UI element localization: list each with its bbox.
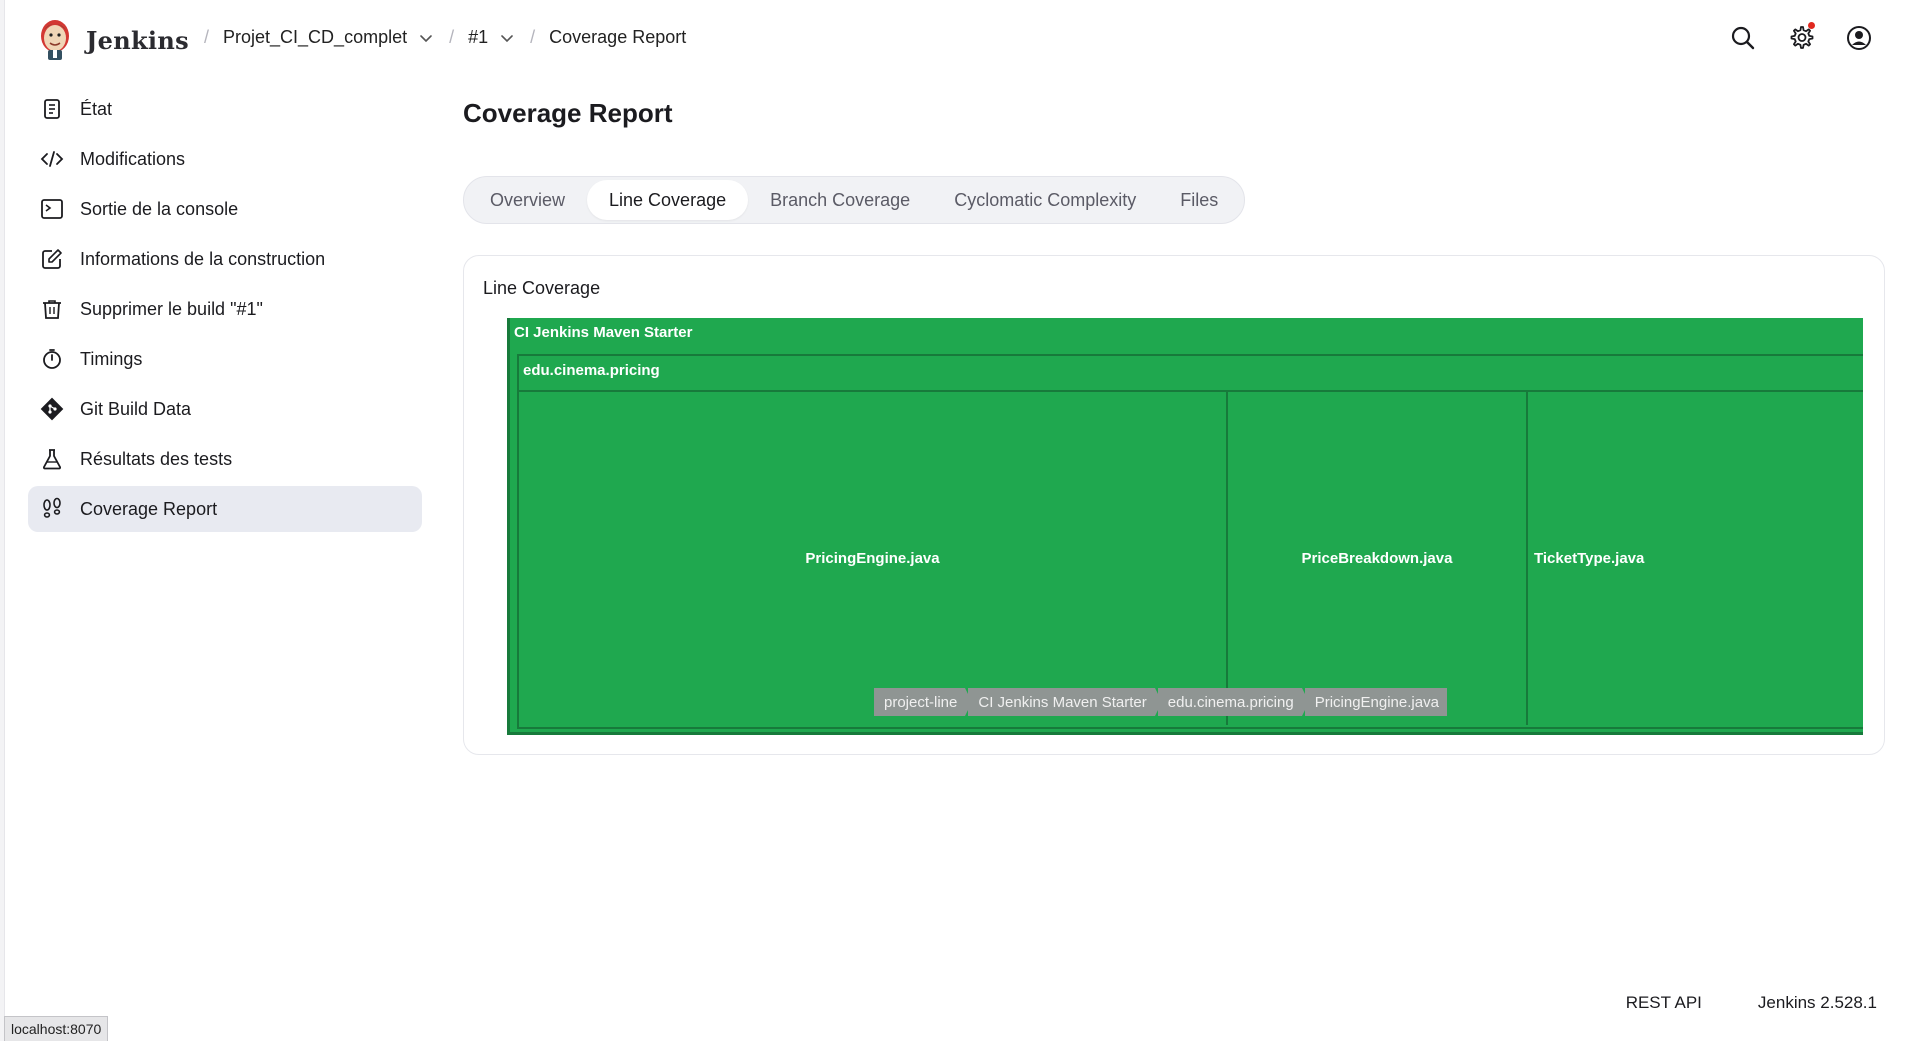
tab-files[interactable]: Files bbox=[1158, 180, 1240, 220]
sidebar: État Modifications Sortie de la console … bbox=[28, 86, 422, 536]
treemap-file-label: PriceBreakdown.java bbox=[1301, 550, 1453, 567]
footsteps-icon bbox=[43, 497, 61, 518]
tab-cyclomatic-complexity[interactable]: Cyclomatic Complexity bbox=[932, 180, 1158, 220]
treemap-package[interactable]: edu.cinema.pricing PricingEngine.java Pr… bbox=[517, 354, 1863, 729]
line-coverage-card: Line Coverage CI Jenkins Maven Starter e… bbox=[463, 255, 1885, 755]
terminal-icon bbox=[41, 199, 63, 219]
treemap-breadcrumb-item[interactable]: project-line bbox=[874, 688, 973, 716]
sidebar-item-test-results[interactable]: Résultats des tests bbox=[28, 436, 422, 482]
sidebar-item-label: Sortie de la console bbox=[80, 198, 239, 219]
window-edge bbox=[0, 0, 5, 1041]
status-bar-url: localhost:8070 bbox=[4, 1016, 109, 1041]
treemap-breadcrumb-item[interactable]: CI Jenkins Maven Starter bbox=[968, 688, 1163, 716]
jenkins-logo-icon bbox=[41, 20, 69, 60]
sidebar-item-etat[interactable]: État bbox=[28, 86, 422, 132]
stopwatch-icon bbox=[43, 349, 61, 369]
git-icon bbox=[40, 397, 64, 421]
treemap-package-label[interactable]: edu.cinema.pricing bbox=[523, 362, 660, 379]
sidebar-item-build-info[interactable]: Informations de la construction bbox=[28, 236, 422, 282]
treemap-file-label: PricingEngine.java bbox=[805, 550, 940, 567]
sidebar-item-timings[interactable]: Timings bbox=[28, 336, 422, 382]
treemap-root-label[interactable]: CI Jenkins Maven Starter bbox=[514, 324, 692, 341]
settings-button[interactable] bbox=[1787, 22, 1815, 52]
sidebar-item-console[interactable]: Sortie de la console bbox=[28, 186, 422, 232]
user-icon bbox=[1847, 26, 1871, 50]
breadcrumb: / Projet_CI_CD_complet / #1 / Coverage R… bbox=[190, 27, 686, 48]
tab-overview[interactable]: Overview bbox=[468, 180, 587, 220]
breadcrumb-item-current[interactable]: Coverage Report bbox=[549, 27, 686, 48]
breadcrumb-item-build[interactable]: #1 bbox=[468, 27, 516, 48]
rest-api-link[interactable]: REST API bbox=[1626, 993, 1702, 1013]
breadcrumb-separator: / bbox=[530, 27, 536, 47]
search-button[interactable] bbox=[1729, 24, 1757, 52]
flask-icon bbox=[42, 449, 62, 470]
sidebar-item-label: Modifications bbox=[80, 148, 186, 169]
code-icon bbox=[40, 151, 64, 167]
sidebar-item-label: Informations de la construction bbox=[80, 248, 326, 269]
treemap-files: PricingEngine.java PriceBreakdown.java T… bbox=[519, 390, 1863, 725]
brand-link[interactable]: Jenkins bbox=[36, 16, 189, 64]
edit-icon bbox=[42, 249, 62, 269]
card-title: Line Coverage bbox=[483, 278, 601, 298]
breadcrumb-item-project[interactable]: Projet_CI_CD_complet bbox=[223, 27, 435, 48]
page-title: Coverage Report bbox=[463, 98, 673, 128]
treemap-file-pricing-engine[interactable]: PricingEngine.java bbox=[519, 392, 1228, 725]
trash-icon bbox=[43, 300, 61, 319]
sidebar-item-label: Supprimer le build "#1" bbox=[80, 298, 263, 319]
notification-dot bbox=[1808, 22, 1815, 29]
user-button[interactable] bbox=[1845, 24, 1873, 52]
breadcrumb-label: #1 bbox=[468, 27, 489, 47]
breadcrumb-label: Projet_CI_CD_complet bbox=[223, 27, 408, 47]
notepad-icon bbox=[44, 99, 60, 119]
treemap-file-ticket-type[interactable]: TicketType.java bbox=[1528, 392, 1728, 725]
sidebar-item-label: État bbox=[80, 98, 113, 119]
sidebar-item-label: Coverage Report bbox=[80, 498, 218, 519]
sidebar-item-git-build-data[interactable]: Git Build Data bbox=[28, 386, 422, 432]
breadcrumb-separator: / bbox=[449, 27, 455, 47]
coverage-tabs: Overview Line Coverage Branch Coverage C… bbox=[463, 176, 1246, 224]
treemap-breadcrumb-item[interactable]: edu.cinema.pricing bbox=[1157, 688, 1309, 716]
sidebar-item-modifications[interactable]: Modifications bbox=[28, 136, 422, 182]
sidebar-item-label: Git Build Data bbox=[80, 398, 192, 419]
treemap-file-label: TicketType.java bbox=[1534, 550, 1645, 567]
page-footer: REST API Jenkins 2.528.1 bbox=[1626, 993, 1877, 1013]
sidebar-item-label: Résultats des tests bbox=[80, 448, 233, 469]
sidebar-item-label: Timings bbox=[80, 348, 143, 369]
sidebar-item-coverage-report[interactable]: Coverage Report bbox=[28, 486, 422, 532]
brand-name: Jenkins bbox=[86, 25, 189, 55]
top-header: Jenkins / Projet_CI_CD_complet / #1 / Co… bbox=[0, 0, 1913, 82]
coverage-treemap[interactable]: CI Jenkins Maven Starter edu.cinema.pric… bbox=[507, 318, 1863, 735]
header-actions bbox=[1729, 22, 1873, 52]
chevron-down-icon[interactable] bbox=[417, 29, 435, 47]
breadcrumb-separator: / bbox=[204, 27, 210, 47]
treemap-file-price-breakdown[interactable]: PriceBreakdown.java bbox=[1228, 392, 1528, 725]
chevron-down-icon[interactable] bbox=[498, 29, 516, 47]
sidebar-item-delete-build[interactable]: Supprimer le build "#1" bbox=[28, 286, 422, 332]
tab-branch-coverage[interactable]: Branch Coverage bbox=[748, 180, 932, 220]
tab-line-coverage[interactable]: Line Coverage bbox=[587, 180, 749, 220]
treemap-breadcrumb: project-line CI Jenkins Maven Starter ed… bbox=[874, 688, 1450, 716]
treemap-breadcrumb-item[interactable]: PricingEngine.java bbox=[1304, 688, 1447, 716]
jenkins-version-link[interactable]: Jenkins 2.528.1 bbox=[1758, 993, 1877, 1013]
search-icon bbox=[1731, 26, 1755, 50]
breadcrumb-label: Coverage Report bbox=[549, 27, 687, 47]
